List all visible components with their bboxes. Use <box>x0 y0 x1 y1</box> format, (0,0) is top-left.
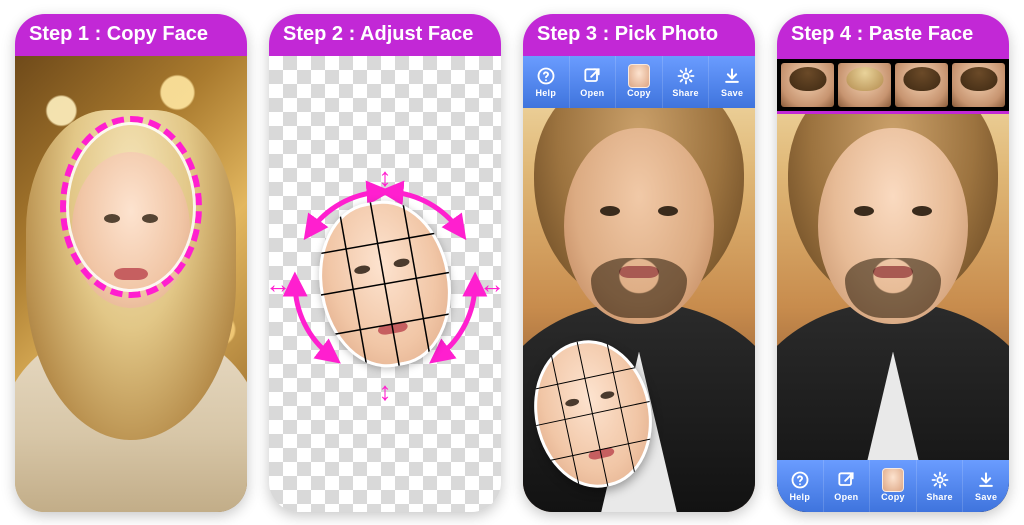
face-selection-oval[interactable] <box>60 116 202 298</box>
help-icon <box>535 65 557 87</box>
copy-face-thumb-icon <box>628 65 650 87</box>
open-icon <box>835 469 857 491</box>
step-1-body <box>15 56 247 512</box>
resize-arrow-vertical-icon[interactable]: ↕ <box>379 378 392 404</box>
step-4-body: Help Open Copy Share <box>777 56 1009 512</box>
resize-arrow-vertical-icon[interactable]: ↕ <box>379 164 392 190</box>
step-card-2: Step 2 : Adjust Face ↕ ↕ ↔ ↔ <box>269 14 501 512</box>
help-button[interactable]: Help <box>777 460 824 512</box>
help-icon <box>789 469 811 491</box>
face-thumbnail[interactable] <box>895 63 948 107</box>
copy-label: Copy <box>627 88 651 98</box>
result-portrait <box>777 56 1009 512</box>
resize-arrow-horizontal-icon[interactable]: ↔ <box>269 271 291 297</box>
copy-button[interactable]: Copy <box>870 460 917 512</box>
step-4-header: Step 4 : Paste Face <box>777 14 1009 56</box>
share-button[interactable]: Share <box>663 56 710 108</box>
step-card-1: Step 1 : Copy Face <box>15 14 247 512</box>
share-icon <box>675 65 697 87</box>
save-label: Save <box>721 88 743 98</box>
save-button[interactable]: Save <box>709 56 755 108</box>
step-2-header: Step 2 : Adjust Face <box>269 14 501 56</box>
step-card-4: Step 4 : Paste Face Help <box>777 14 1009 512</box>
save-button[interactable]: Save <box>963 460 1009 512</box>
share-label: Share <box>672 88 699 98</box>
copy-button[interactable]: Copy <box>616 56 663 108</box>
open-button[interactable]: Open <box>824 460 871 512</box>
step-2-body: ↕ ↕ ↔ ↔ <box>269 56 501 512</box>
editor-toolbar: Help Open Copy Share <box>523 56 755 108</box>
save-icon <box>721 65 743 87</box>
step-1-title: Step 1 : Copy Face <box>29 23 208 46</box>
save-icon <box>975 469 997 491</box>
step-4-title: Step 4 : Paste Face <box>791 23 973 46</box>
step-card-3: Step 3 : Pick Photo Help Open <box>523 14 755 512</box>
help-button[interactable]: Help <box>523 56 570 108</box>
step-3-header: Step 3 : Pick Photo <box>523 14 755 56</box>
copy-label: Copy <box>881 492 905 502</box>
editor-toolbar: Help Open Copy Share <box>777 460 1009 512</box>
help-label: Help <box>535 88 556 98</box>
face-thumbnail-strip <box>777 56 1009 114</box>
step-1-header: Step 1 : Copy Face <box>15 14 247 56</box>
share-button[interactable]: Share <box>917 460 964 512</box>
step-3-body: Help Open Copy Share <box>523 56 755 512</box>
open-button[interactable]: Open <box>570 56 617 108</box>
open-icon <box>581 65 603 87</box>
save-label: Save <box>975 492 997 502</box>
open-label: Open <box>580 88 604 98</box>
help-label: Help <box>789 492 810 502</box>
open-label: Open <box>834 492 858 502</box>
share-label: Share <box>926 492 953 502</box>
step-3-title: Step 3 : Pick Photo <box>537 23 718 46</box>
step-2-title: Step 2 : Adjust Face <box>283 23 473 46</box>
copy-face-thumb-icon <box>882 469 904 491</box>
face-thumbnail[interactable] <box>781 63 834 107</box>
face-thumbnail[interactable] <box>952 63 1005 107</box>
resize-arrow-horizontal-icon[interactable]: ↔ <box>479 271 501 297</box>
face-thumbnail[interactable] <box>838 63 891 107</box>
share-icon <box>929 469 951 491</box>
